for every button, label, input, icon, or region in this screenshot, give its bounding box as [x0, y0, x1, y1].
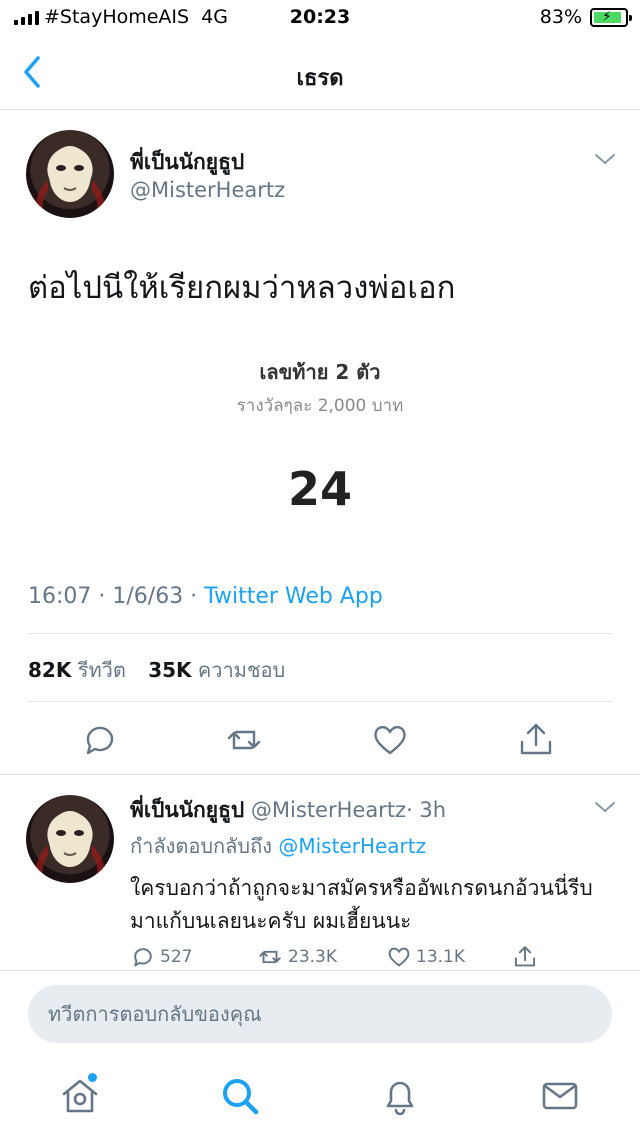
reply-text: ใครบอกว่าถ้าถูกจะมาสมัครหรืออัพเกรดนกอ้ว… [130, 876, 593, 933]
divider [28, 633, 612, 634]
tweet-meta: 16:07 · 1/6/63 · Twitter Web App [28, 584, 383, 609]
like-count: 13.1K [416, 947, 465, 967]
reply-count: 527 [160, 947, 193, 967]
search-icon[interactable] [218, 1074, 262, 1118]
divider [28, 701, 612, 702]
replying-mention-link[interactable]: @MisterHeartz [278, 834, 426, 858]
avatar[interactable] [26, 130, 114, 218]
reply-retweet-button[interactable]: 23.3K [256, 944, 337, 970]
home-notification-dot [88, 1073, 97, 1082]
mask-face-icon [35, 146, 105, 218]
reply-author-name[interactable]: พี่เป็นนักยูธูป [130, 798, 244, 822]
lottery-prize: รางวัลๆละ 2,000 บาท [236, 396, 404, 416]
tweet-timestamp: 16:07 · 1/6/63 · [28, 584, 205, 609]
retweets-count[interactable]: 82K [28, 658, 71, 682]
likes-count[interactable]: 35K [148, 658, 191, 682]
chevron-down-icon[interactable] [594, 800, 616, 814]
reply-author-handle[interactable]: @MisterHeartz [251, 798, 406, 822]
tweet-stats: 82K รีทวีต 35K ความชอบ [28, 654, 301, 686]
mask-face-icon [35, 811, 105, 883]
likes-label[interactable]: ความชอบ [198, 658, 285, 682]
lottery-label: เลขท้าย 2 ตัว [259, 360, 381, 384]
author-handle[interactable]: @MisterHeartz [130, 178, 285, 202]
page-title: เธรด [296, 66, 344, 91]
tweet-source-link[interactable]: Twitter Web App [204, 584, 383, 609]
like-icon[interactable] [370, 720, 410, 760]
nav-bar: เธรด [0, 36, 640, 110]
messages-icon[interactable] [538, 1074, 582, 1118]
retweet-count: 23.3K [288, 947, 337, 967]
reply-share-button[interactable] [512, 944, 538, 970]
reply-header: พี่เป็นนักยูธูป @MisterHeartz· 3h [130, 794, 446, 827]
chevron-down-icon[interactable] [594, 152, 616, 166]
share-icon[interactable] [516, 720, 556, 760]
reply-time: · 3h [406, 798, 447, 822]
like-icon [388, 947, 410, 967]
reply-avatar[interactable] [26, 795, 114, 883]
replying-to: กำลังตอบกลับถึง @MisterHeartz [130, 830, 426, 862]
status-bar: #StayHomeAIS 4G 20:23 83% ⚡ [0, 0, 640, 36]
lottery-number: 24 [287, 462, 352, 516]
reply-like-button[interactable]: 13.1K [386, 944, 465, 970]
section-divider [0, 774, 640, 775]
tweet-text: ต่อไปนีให้เรียกผมว่าหลวงพ่อเอก [28, 270, 456, 306]
charging-icon: ⚡ [602, 9, 612, 25]
share-icon [514, 946, 536, 967]
reply-compose-input[interactable]: ทวีตการตอบกลับของคุณ [28, 985, 612, 1043]
retweet-icon [259, 950, 281, 964]
retweets-label[interactable]: รีทวีต [78, 658, 126, 682]
reply-icon[interactable] [80, 720, 120, 760]
battery-icon: ⚡ [590, 8, 632, 27]
reply-icon [134, 948, 152, 967]
replying-prefix: กำลังตอบกลับถึง [130, 834, 272, 858]
tab-bar [0, 1060, 640, 1140]
reply-reply-button[interactable]: 527 [130, 944, 192, 970]
compose-area: ทวีตการตอบกลับของคุณ [0, 970, 640, 1060]
author-name[interactable]: พี่เป็นนักยูธูป [130, 146, 244, 179]
retweet-icon[interactable] [224, 720, 264, 760]
battery-percent: 83% [539, 6, 582, 28]
notifications-icon[interactable] [378, 1074, 422, 1118]
